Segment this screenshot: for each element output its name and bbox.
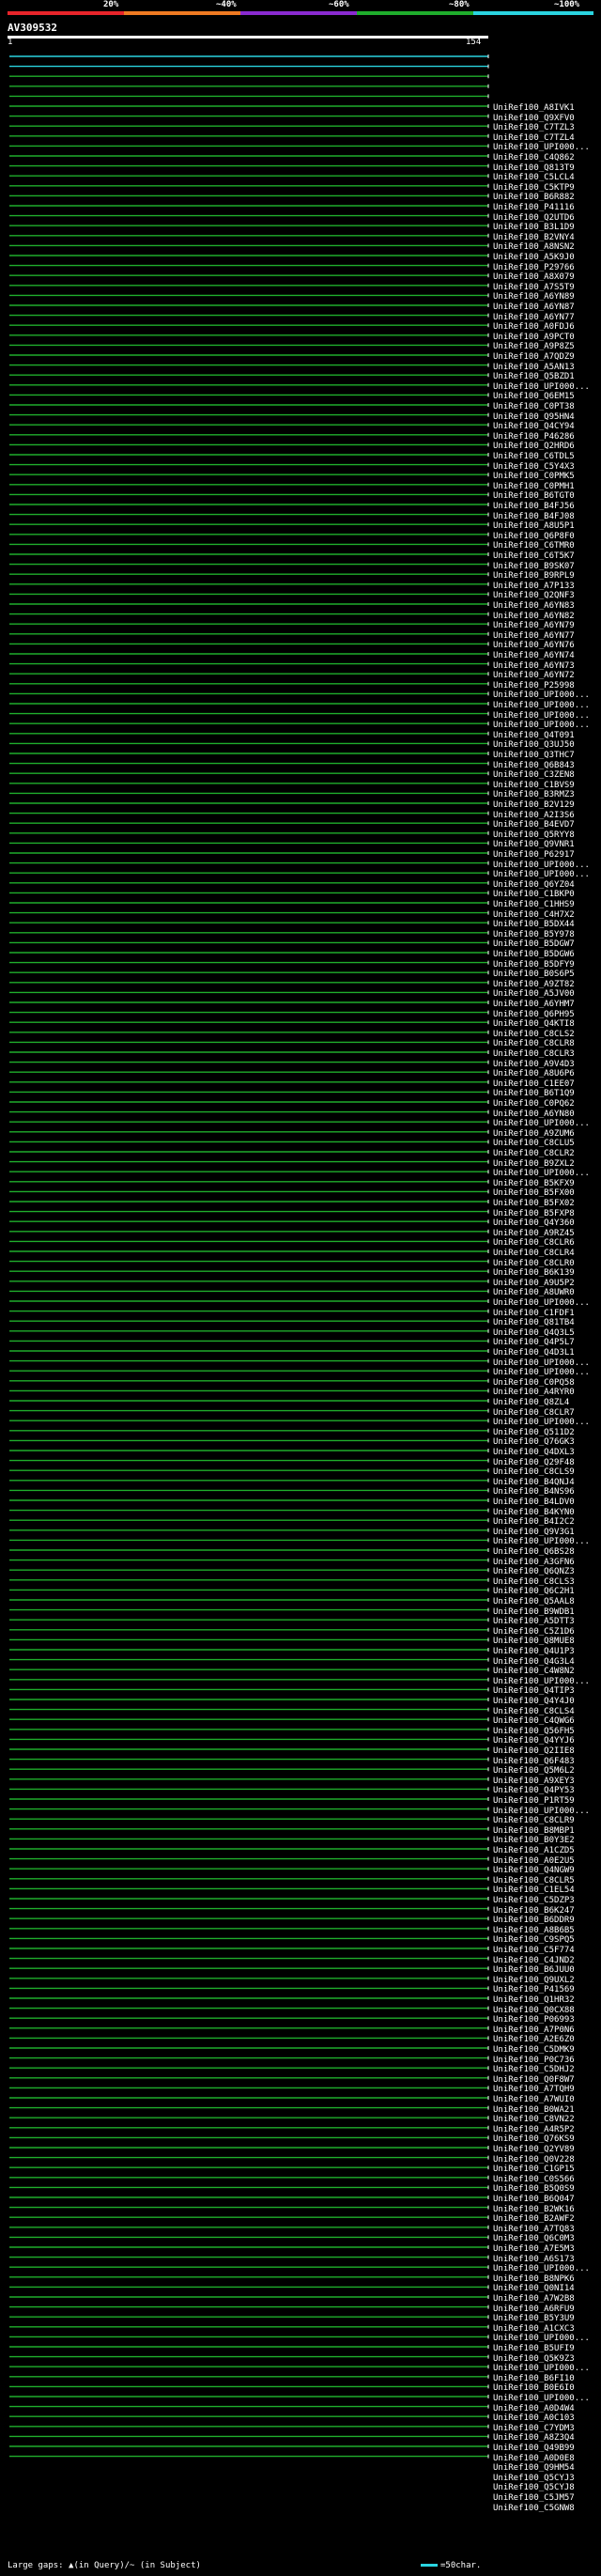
- scale-swatch: [421, 2564, 438, 2567]
- scale-legend: =50char.: [421, 2561, 481, 2570]
- hit-row[interactable]: UniRef100_C5GNW8: [493, 2503, 600, 2514]
- gap-legend: Large gaps: ▲(in Query)/~ (in Subject): [8, 2561, 201, 2570]
- scale-legend-label: =50char.: [440, 2561, 482, 2570]
